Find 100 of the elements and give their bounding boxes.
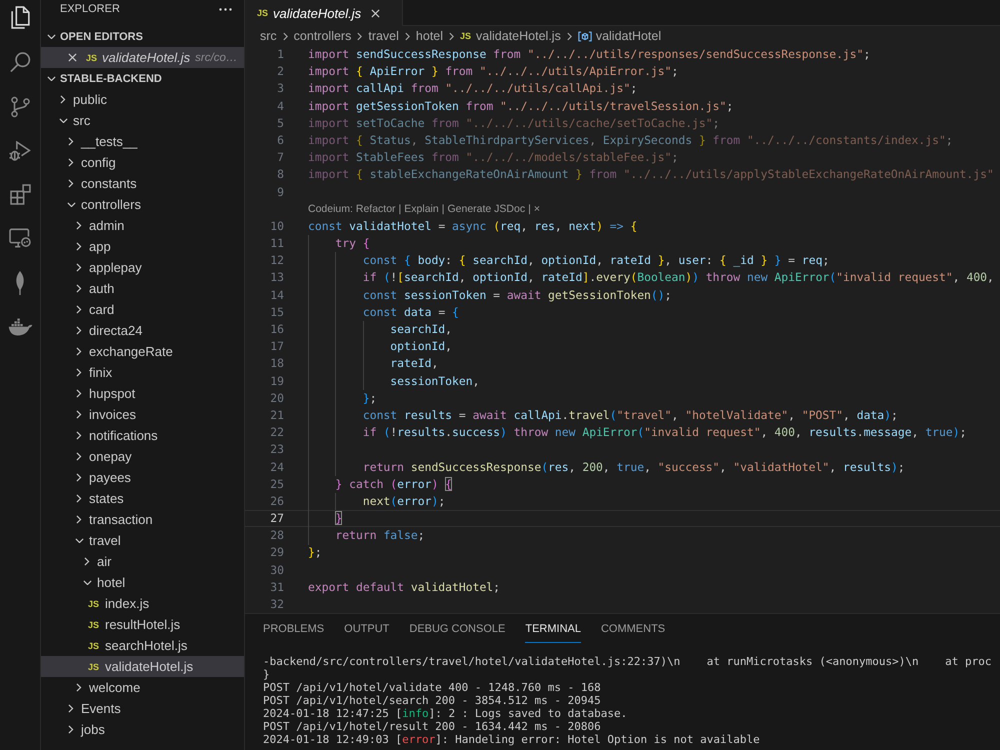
folder-item[interactable]: admin <box>41 215 244 236</box>
code-line: import getSessionToken from "../../../utils/travelSession.js"; <box>308 98 734 115</box>
breadcrumb-item[interactable]: controllers <box>294 29 352 43</box>
line-number: 20 <box>269 390 284 407</box>
line-number: 25 <box>269 476 284 493</box>
close-icon[interactable] <box>371 8 380 18</box>
line-number: 22 <box>269 424 284 442</box>
terminal-line: POST /api/v1/hotel/result 200 - 1634.442 ms - 20806 <box>263 720 601 734</box>
terminal-line: 2024-01-18 12:49:03 [error]: Handeling error: Hotel Option is not available <box>263 733 760 746</box>
line-number: 27 <box>269 510 284 528</box>
folder-item[interactable]: states <box>41 488 244 509</box>
folder-item[interactable]: exchangeRate <box>41 341 244 362</box>
line-number: 24 <box>269 458 284 476</box>
line-number: 7 <box>276 149 284 166</box>
folder-item[interactable]: onepay <box>41 446 244 467</box>
monitor-icon[interactable] <box>9 228 31 248</box>
codelens-link[interactable]: Generate JSDoc <box>447 200 526 218</box>
code-line: } <box>335 510 342 528</box>
js-file-icon: JS <box>88 620 102 630</box>
chevron-right-icon <box>404 32 410 40</box>
code-line: const { body: { searchId, optionId, rateId }, user: { _id } } = req; <box>362 252 830 270</box>
folder-item[interactable]: notifications <box>41 425 244 446</box>
run-debug-icon[interactable] <box>9 141 31 161</box>
folder-item[interactable]: payees <box>41 467 244 488</box>
js-file-icon: JS <box>460 31 472 41</box>
file-item[interactable]: JS index.js <box>41 593 244 614</box>
folder-item[interactable]: welcome <box>41 677 244 698</box>
breadcrumb-item[interactable]: travel <box>368 29 399 43</box>
breadcrumb-item[interactable]: src <box>260 29 277 43</box>
extensions-icon[interactable] <box>10 184 30 205</box>
line-number: 26 <box>269 492 284 510</box>
code-line: import setToCache from "../../../utils/cache/setToCache.js"; <box>308 114 720 132</box>
code-line: const data = { <box>362 304 459 321</box>
folder-item[interactable]: air <box>41 551 244 572</box>
code-line: return sendSuccessResponse(res, 200, true, "success", "validatHotel", results); <box>362 458 905 476</box>
code-line: }; <box>362 390 377 407</box>
chevron-right-icon <box>449 32 454 40</box>
leaf-icon[interactable] <box>15 271 25 295</box>
open-editor-item[interactable]: JS validateHotel.js src/co… <box>41 47 244 68</box>
folder-item[interactable]: card <box>41 299 244 320</box>
folder-item[interactable]: applepay <box>41 257 244 278</box>
panel-tab[interactable]: DEBUG CONSOLE <box>409 616 506 644</box>
sidebar-title: EXPLORER <box>60 3 120 15</box>
folder-item[interactable]: hupspot <box>41 383 244 404</box>
code-line: const sessionToken = await getSessionToken(); <box>362 286 672 304</box>
source-control-icon[interactable] <box>10 96 30 118</box>
codelens-link[interactable]: × <box>534 200 540 218</box>
codelens-link[interactable]: Codeium: Refactor <box>308 200 396 218</box>
section-header[interactable]: OPEN EDITORS <box>41 26 244 47</box>
js-file-icon: JS <box>86 52 98 62</box>
folder-item[interactable]: public <box>41 89 244 110</box>
more-actions-icon[interactable] <box>219 8 232 11</box>
terminal-line: POST /api/v1/hotel/search 200 - 3854.512 ms - 20945 <box>263 694 601 708</box>
terminal-line: -backend/src/controllers/travel/hotel/validateHotel.js:22:37)\n at runMicrotasks (<anonymous>)\n at proc <box>263 655 992 668</box>
separator-text: | <box>528 202 531 217</box>
editor-tab[interactable]: JS validateHotel.js <box>245 0 404 26</box>
close-icon[interactable] <box>68 53 77 62</box>
breadcrumb-item[interactable]: hotel <box>416 29 444 43</box>
breadcrumb-item[interactable]: JS validateHotel.js <box>460 29 561 43</box>
folder-item[interactable]: controllers <box>41 194 244 215</box>
panel-tab[interactable]: OUTPUT <box>344 616 390 644</box>
files-icon[interactable] <box>10 6 30 29</box>
code-line: import { Status, StableThirdpartyServices, ExpirySeconds } from "../../../constants/index.js"; <box>308 132 953 149</box>
search-icon[interactable] <box>10 52 30 73</box>
folder-item[interactable]: app <box>41 236 244 257</box>
folder-item[interactable]: invoices <box>41 404 244 425</box>
line-number: 9 <box>276 184 284 200</box>
file-item[interactable]: JS resultHotel.js <box>41 614 244 635</box>
folder-item[interactable]: hotel <box>41 572 244 593</box>
file-item[interactable]: JS searchHotel.js <box>41 635 244 656</box>
folder-item[interactable]: travel <box>41 530 244 551</box>
indent-guide <box>335 493 336 510</box>
section-header[interactable]: STABLE-BACKEND <box>41 68 244 89</box>
folder-item[interactable]: config <box>41 152 244 173</box>
whale-icon[interactable] <box>8 318 32 336</box>
folder-item[interactable]: src <box>41 110 244 131</box>
folder-item[interactable]: directa24 <box>41 320 244 341</box>
code-line: }; <box>308 544 322 562</box>
folder-item[interactable]: __tests__ <box>41 131 244 152</box>
folder-item[interactable]: transaction <box>41 509 244 530</box>
breadcrumb-item[interactable]: validatHotel <box>578 29 662 43</box>
chevron-right-icon <box>566 32 572 40</box>
panel-tab[interactable]: TERMINAL <box>525 616 581 644</box>
codelens-link[interactable]: Explain <box>404 200 439 218</box>
chevron-right-icon <box>357 32 362 40</box>
line-number: 1 <box>276 46 284 63</box>
panel-tab[interactable]: PROBLEMS <box>263 616 324 644</box>
panel-tab[interactable]: COMMENTS <box>600 616 666 644</box>
line-number: 5 <box>276 114 284 132</box>
line-number: 17 <box>269 338 284 356</box>
folder-item[interactable]: auth <box>41 278 244 299</box>
line-number: 6 <box>276 132 284 149</box>
file-item[interactable]: JS validateHotel.js <box>41 656 244 677</box>
folder-item[interactable]: finix <box>41 362 244 383</box>
code-line: export default validatHotel; <box>308 578 500 596</box>
folder-item[interactable]: constants <box>41 173 244 194</box>
folder-item[interactable]: jobs <box>41 719 244 740</box>
terminal-line: POST /api/v1/hotel/validate 400 - 1248.760 ms - 168 <box>263 681 601 694</box>
folder-item[interactable]: Events <box>41 698 244 719</box>
line-number: 19 <box>269 372 284 390</box>
